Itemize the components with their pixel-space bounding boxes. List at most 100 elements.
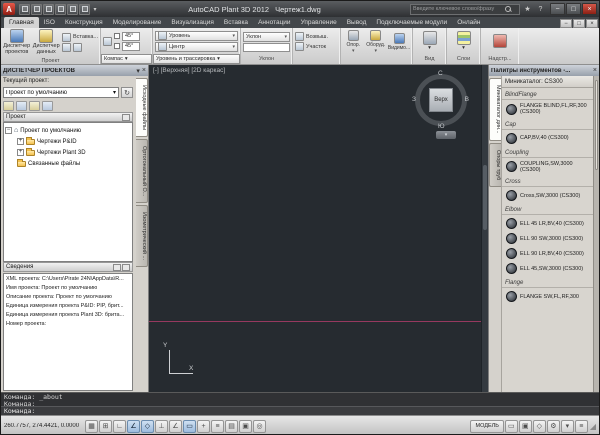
current-project-dropdown[interactable]: Проект по умолчанию ▾ <box>3 87 119 98</box>
palette-item[interactable]: COUPLING,SW,3000 (CS300) <box>502 159 593 176</box>
tab-structure[interactable]: Конструкция <box>60 17 108 28</box>
group-coupling[interactable]: Coupling <box>502 146 593 158</box>
expander-icon[interactable]: + <box>17 138 24 145</box>
project-manager-button[interactable]: Диспетчер проектов <box>3 29 30 56</box>
compass-angle1-field[interactable]: 45° <box>122 31 140 41</box>
osnap-3d-toggle[interactable]: ⊥ <box>155 419 168 433</box>
palette-item[interactable]: Cross,SW,3000 (CS300) <box>502 188 593 203</box>
expander-icon[interactable]: − <box>5 127 12 134</box>
model-space-button[interactable]: МОДЕЛЬ <box>470 419 504 433</box>
command-input[interactable]: Команда: <box>1 406 599 415</box>
tab-visualization[interactable]: Визуализация <box>166 17 219 28</box>
tab-output[interactable]: Вывод <box>342 17 372 28</box>
help-icon[interactable]: ? <box>535 4 546 15</box>
refresh-project-button[interactable]: ↻ <box>121 87 133 98</box>
details-view-icon[interactable] <box>122 263 130 271</box>
snap-toggle[interactable]: ▦ <box>85 419 98 433</box>
section-collapse-icon[interactable] <box>122 113 130 121</box>
osnap-toggle[interactable]: ◇ <box>141 419 154 433</box>
addins-button[interactable] <box>487 34 513 49</box>
tool-palettes-scrollbar-thumb[interactable] <box>595 80 598 170</box>
workspace-switch-button[interactable]: ⚙ <box>546 419 560 433</box>
compass-panel-title[interactable]: Компас <box>101 54 152 64</box>
tree-node-pid-drawings[interactable]: + Чертежи P&ID <box>5 136 131 147</box>
visibility-button[interactable]: Видимо... <box>388 32 410 51</box>
tree-node-root[interactable]: − ⌂ Проект по умолчанию <box>5 125 131 136</box>
level-dropdown[interactable]: Уровень ▾ <box>155 30 238 41</box>
quick-properties-toggle[interactable]: ▣ <box>239 419 252 433</box>
insert-button[interactable]: Вставка... <box>61 32 98 42</box>
viewcube-south[interactable]: Ю <box>438 123 445 130</box>
tab-online[interactable]: Онлайн <box>452 17 485 28</box>
palette-properties-icon[interactable]: ▾ <box>136 67 140 75</box>
quick-view-drawings-button[interactable]: ▭ <box>504 419 518 433</box>
palette-close-icon[interactable]: × <box>142 67 146 74</box>
doc-close-button[interactable]: × <box>586 19 598 28</box>
transparency-toggle[interactable]: ▤ <box>225 419 238 433</box>
resize-grip-icon[interactable]: ◢ <box>590 422 596 431</box>
spec-selector[interactable]: Миникаталог: CS300 <box>502 76 593 88</box>
group-cap[interactable]: Cap <box>502 118 593 130</box>
close-button[interactable]: × <box>582 3 597 15</box>
qat-dropdown-icon[interactable]: ▾ <box>91 4 99 15</box>
plot-icon[interactable] <box>55 3 66 15</box>
tab-orthographic[interactable]: Ортогональный О... <box>136 138 148 204</box>
section-button[interactable]: Участок <box>295 42 338 51</box>
project-extra-button[interactable] <box>61 42 98 52</box>
palette-item[interactable]: ELL 90 SW,3000 (CS300) <box>502 231 593 246</box>
compass-tolerance-checkbox[interactable] <box>114 43 120 49</box>
group-blindflange[interactable]: BlindFlange <box>502 88 593 100</box>
dynamic-ucs-toggle[interactable]: ▭ <box>183 419 196 433</box>
data-manager-button[interactable]: Диспетчер данных <box>32 29 60 56</box>
quick-view-layouts-button[interactable]: ▣ <box>518 419 532 433</box>
open-file-icon[interactable] <box>31 3 42 15</box>
tab-modeling[interactable]: Моделирование <box>108 17 167 28</box>
group-elbow[interactable]: Elbow <box>502 203 593 216</box>
expander-icon[interactable]: + <box>17 149 24 156</box>
viewport-scrollbar-thumb[interactable] <box>483 165 487 230</box>
undo-icon[interactable] <box>67 3 78 15</box>
center-dropdown[interactable]: Центр ▾ <box>155 41 238 52</box>
new-file-icon[interactable] <box>19 3 30 15</box>
slope-panel-title[interactable]: Уклон <box>241 55 292 64</box>
new-folder-icon[interactable] <box>29 100 40 111</box>
project-settings-icon[interactable] <box>42 100 53 111</box>
viewcube-menu-button[interactable]: ▾ <box>436 131 456 139</box>
annotation-scale-button[interactable]: ◇ <box>532 419 546 433</box>
attach-drawing-icon[interactable] <box>16 100 27 111</box>
application-menu-button[interactable]: A <box>3 3 15 15</box>
minimize-button[interactable]: − <box>550 3 565 15</box>
viewport-controls[interactable]: [-] [Верхняя] [2D каркас] <box>153 67 225 74</box>
palette-item[interactable]: FLANGE SW,FL,RF,300 <box>502 289 593 304</box>
new-drawing-icon[interactable] <box>3 100 14 111</box>
equipment-button[interactable]: Оборуд. ▾ <box>366 29 387 54</box>
view-button[interactable]: ▾ <box>417 31 443 52</box>
compass-toggle-icon[interactable] <box>103 36 112 46</box>
group-cross[interactable]: Cross <box>502 175 593 188</box>
tree-node-related-files[interactable]: Связанные файлы <box>5 158 131 169</box>
compass-snap-checkbox[interactable] <box>114 33 120 39</box>
routing-panel-title[interactable]: Уровень и трассировка <box>153 54 240 64</box>
palette-item[interactable]: CAP,BV,40 (CS300) <box>502 131 593 146</box>
layers-button[interactable]: ▾ <box>451 31 477 52</box>
lineweight-toggle[interactable]: ≡ <box>211 419 224 433</box>
tab-insert[interactable]: Вставка <box>219 17 253 28</box>
tree-node-plant3d-drawings[interactable]: + Чертежи Plant 3D <box>5 147 131 158</box>
viewcube-west[interactable]: З <box>412 96 416 103</box>
project-section-header[interactable]: Проект <box>3 112 133 122</box>
drawing-viewport[interactable]: [-] [Верхняя] [2D каркас] С З В Ю Верх ▾… <box>149 65 488 392</box>
palette-item[interactable]: ELL 45 LR,BV,40 (CS300) <box>502 216 593 231</box>
tab-manage[interactable]: Управление <box>296 17 342 28</box>
pipe-supports-button[interactable]: Опор. ▾ <box>343 29 364 54</box>
layers-panel-title[interactable]: Слои <box>447 55 480 64</box>
viewcube[interactable]: С З В Ю Верх <box>412 70 470 130</box>
tab-dynamic-spec[interactable]: Миникаталог дин... <box>489 78 501 141</box>
viewcube-east[interactable]: В <box>465 96 469 103</box>
palette-item[interactable]: ELL 90 LR,BV,40 (CS300) <box>502 246 593 261</box>
tab-iso[interactable]: ISO <box>39 17 60 28</box>
elevation-button[interactable]: Возвыш. <box>295 32 338 41</box>
view-panel-title[interactable]: Вид <box>413 55 446 64</box>
tab-pipe-supports[interactable]: Опоры труб <box>489 142 501 187</box>
details-refresh-icon[interactable] <box>113 263 121 271</box>
tab-source-files[interactable]: Исходные файлы <box>136 78 148 137</box>
